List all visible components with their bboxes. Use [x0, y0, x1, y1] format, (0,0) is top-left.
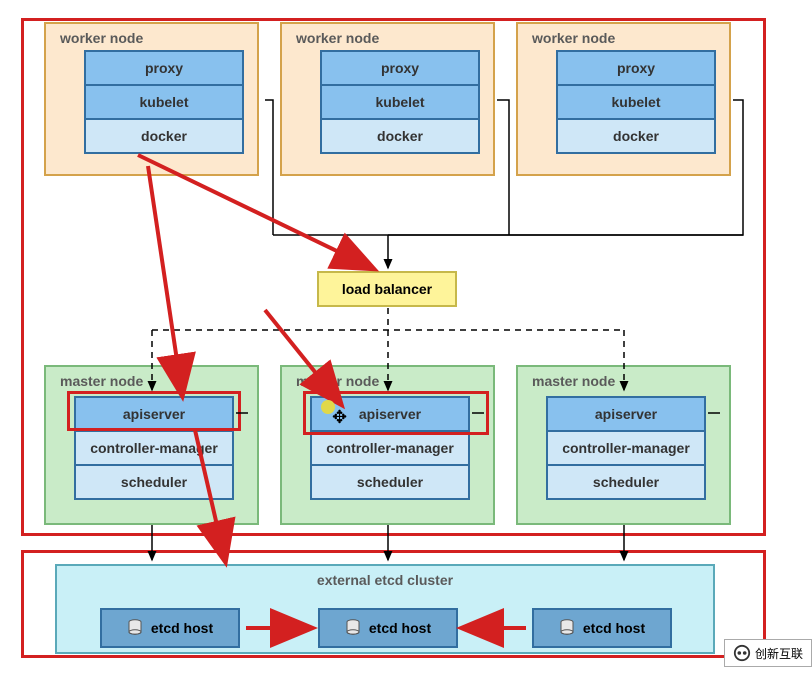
controller-manager-cell: controller-manager — [312, 432, 468, 466]
kubelet-cell: kubelet — [322, 86, 478, 120]
docker-cell: docker — [86, 120, 242, 152]
proxy-cell: proxy — [558, 52, 714, 86]
proxy-cell: proxy — [86, 52, 242, 86]
etcd-host-label: etcd host — [151, 620, 213, 636]
watermark-text: 创新互联 — [755, 645, 803, 662]
docker-cell: docker — [322, 120, 478, 152]
load-balancer: load balancer — [317, 271, 457, 307]
master-stack-3: apiserver controller-manager scheduler — [546, 396, 706, 500]
worker-title: worker node — [532, 30, 615, 46]
controller-manager-cell: controller-manager — [76, 432, 232, 466]
database-icon — [127, 619, 143, 637]
etcd-host-label: etcd host — [583, 620, 645, 636]
database-icon — [345, 619, 361, 637]
etcd-host-2: etcd host — [318, 608, 458, 648]
docker-cell: docker — [558, 120, 714, 152]
proxy-cell: proxy — [322, 52, 478, 86]
highlight-dot-icon — [321, 400, 335, 414]
worker-stack-3: proxy kubelet docker — [556, 50, 716, 154]
worker-title: worker node — [296, 30, 379, 46]
kubelet-cell: kubelet — [86, 86, 242, 120]
highlight-apiserver-1 — [67, 391, 241, 431]
master-title: master node — [60, 373, 143, 389]
master-title: master node — [532, 373, 615, 389]
etcd-host-label: etcd host — [369, 620, 431, 636]
scheduler-cell: scheduler — [76, 466, 232, 498]
scheduler-cell: scheduler — [312, 466, 468, 498]
scheduler-cell: scheduler — [548, 466, 704, 498]
kubelet-cell: kubelet — [558, 86, 714, 120]
etcd-host-3: etcd host — [532, 608, 672, 648]
etcd-host-1: etcd host — [100, 608, 240, 648]
worker-stack-2: proxy kubelet docker — [320, 50, 480, 154]
database-icon — [559, 619, 575, 637]
watermark-logo-icon — [733, 644, 751, 662]
etcd-cluster-title: external etcd cluster — [57, 572, 713, 588]
watermark-badge: 创新互联 — [724, 639, 812, 667]
worker-stack-1: proxy kubelet docker — [84, 50, 244, 154]
controller-manager-cell: controller-manager — [548, 432, 704, 466]
apiserver-cell: apiserver — [548, 398, 704, 432]
worker-title: worker node — [60, 30, 143, 46]
master-title: master node — [296, 373, 379, 389]
